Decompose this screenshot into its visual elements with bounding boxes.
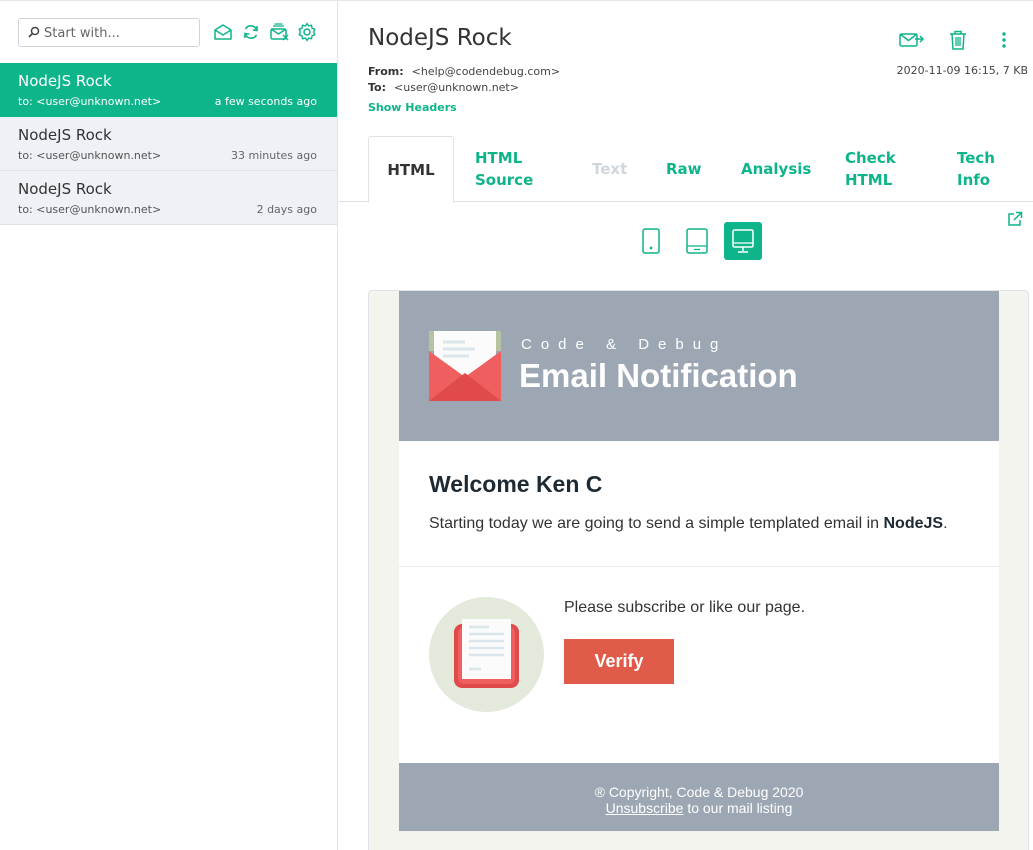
unsubscribe-rest: to our mail listing [683, 800, 793, 816]
device-switcher [632, 222, 762, 260]
more-vertical-icon [1002, 32, 1006, 48]
search-icon [28, 26, 40, 38]
verify-button[interactable]: Verify [564, 639, 674, 684]
mark-read-icon [214, 24, 232, 40]
email-intro-end: . [943, 515, 948, 532]
tab-tech-info[interactable]: Tech Info [957, 136, 1007, 202]
mark-read-button[interactable] [212, 21, 234, 43]
email-header: Code & Debug Email Notification [399, 291, 999, 441]
to-label: To: [368, 81, 386, 94]
message-meta: From: <help@codendebug.com> To: <user@unkn… [368, 64, 560, 96]
message-subject: NodeJS Rock [18, 126, 112, 144]
email-intro-text: Starting today we are going to send a si… [429, 515, 880, 532]
open-new-window-button[interactable] [1007, 211, 1023, 231]
delete-button[interactable] [945, 29, 971, 51]
email-unsubscribe-line: Unsubscribe to our mail listing [399, 800, 999, 816]
message-item[interactable]: NodeJS Rock to: <user@unknown.net> 2 day… [0, 171, 337, 225]
sidebar: NodeJS Rock to: <user@unknown.net> a few… [0, 1, 338, 850]
refresh-button[interactable] [240, 21, 262, 43]
tab-html-source[interactable]: HTML Source [475, 136, 545, 202]
message-recipient: to: <user@unknown.net> [18, 95, 162, 108]
message-actions [899, 29, 1017, 51]
device-desktop-button[interactable] [724, 222, 762, 260]
message-item[interactable]: NodeJS Rock to: <user@unknown.net> a few… [0, 63, 337, 117]
external-link-icon [1008, 211, 1023, 226]
tab-raw[interactable]: Raw [666, 136, 702, 202]
search-box[interactable] [18, 18, 200, 47]
from-value: <help@codendebug.com> [411, 65, 561, 78]
message-recipient: to: <user@unknown.net> [18, 149, 162, 162]
email-brand: Code & Debug [521, 336, 728, 353]
envelope-logo-icon [429, 331, 501, 403]
to-value: <user@unknown.net> [394, 81, 519, 94]
email-subscribe-text: Please subscribe or like our page. [564, 599, 806, 616]
message-recipient: to: <user@unknown.net> [18, 203, 162, 216]
from-row: From: <help@codendebug.com> [368, 64, 560, 80]
email-copyright: ® Copyright, Code & Debug 2020 [594, 784, 804, 800]
forward-mail-icon [899, 33, 925, 47]
message-time: 2 days ago [256, 203, 317, 216]
email-welcome: Welcome Ken C [429, 471, 603, 497]
clear-inbox-button[interactable] [268, 21, 290, 43]
message-time: a few seconds ago [214, 95, 317, 108]
message-view: NodeJS Rock From: <help@codendebug.com> … [338, 1, 1033, 850]
sidebar-toolbar [212, 21, 318, 43]
refresh-icon [244, 25, 258, 39]
to-row: To: <user@unknown.net> [368, 80, 560, 96]
email-illustration [429, 597, 544, 712]
tab-text[interactable]: Text [592, 136, 627, 202]
settings-button[interactable] [296, 21, 318, 43]
tab-analysis[interactable]: Analysis [741, 136, 811, 202]
from-label: From: [368, 65, 404, 78]
email-body: Code & Debug Email Notification Welcome … [399, 291, 999, 831]
show-headers-link[interactable]: Show Headers [368, 101, 457, 114]
tab-html[interactable]: HTML [368, 136, 454, 203]
email-footer: ® Copyright, Code & Debug 2020 Unsubscri… [399, 763, 999, 831]
more-options-button[interactable] [991, 29, 1017, 51]
email-title: Email Notification [519, 357, 798, 394]
trash-icon [950, 30, 966, 50]
unsubscribe-link[interactable]: Unsubscribe [606, 800, 684, 816]
tablet-icon [686, 228, 708, 254]
device-mobile-button[interactable] [632, 222, 670, 260]
tab-check-html[interactable]: Check HTML [845, 136, 915, 202]
clear-inbox-icon [270, 23, 289, 41]
message-title: NodeJS Rock [368, 25, 512, 51]
desktop-icon [732, 229, 754, 253]
email-preview: Code & Debug Email Notification Welcome … [368, 290, 1029, 850]
message-list: NodeJS Rock to: <user@unknown.net> a few… [0, 63, 337, 225]
mail-app: NodeJS Rock to: <user@unknown.net> a few… [0, 0, 1033, 850]
message-subject: NodeJS Rock [18, 180, 112, 198]
device-tablet-button[interactable] [678, 222, 716, 260]
view-tabs: HTML HTML Source Text Raw Analysis Check… [338, 136, 1033, 203]
message-time: 33 minutes ago [231, 149, 317, 162]
message-subject: NodeJS Rock [18, 72, 112, 90]
email-divider [399, 566, 999, 567]
document-icon [454, 619, 519, 688]
settings-icon [298, 22, 316, 42]
email-intro: Starting today we are going to send a si… [429, 515, 948, 533]
forward-button[interactable] [899, 29, 925, 51]
email-intro-bold: NodeJS [883, 515, 944, 532]
message-item[interactable]: NodeJS Rock to: <user@unknown.net> 33 mi… [0, 117, 337, 171]
search-input[interactable] [44, 23, 194, 43]
date-size: 2020-11-09 16:15, 7 KB [896, 64, 1028, 77]
mobile-icon [642, 228, 660, 254]
